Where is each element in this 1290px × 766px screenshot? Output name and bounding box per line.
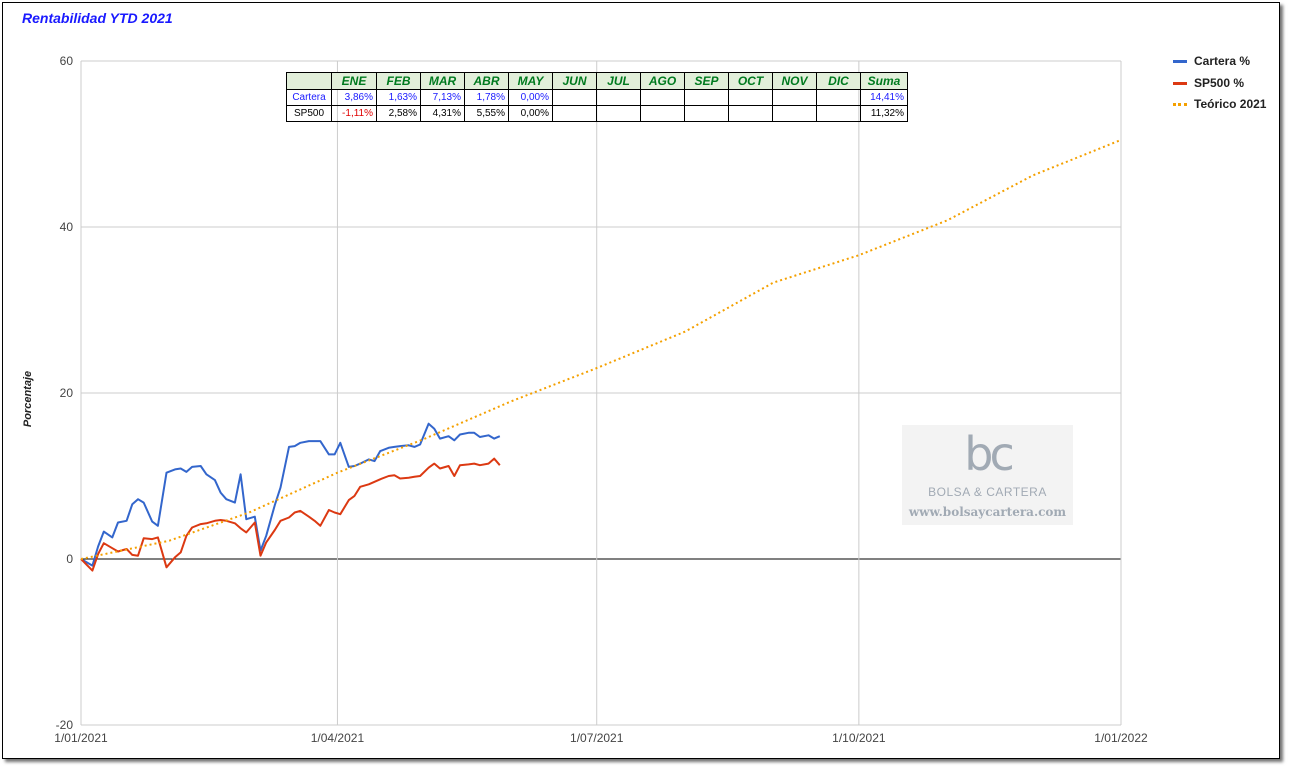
table-header-cell: Suma [860, 72, 908, 90]
y-tick-label: -20 [56, 718, 74, 732]
table-cell [552, 105, 597, 122]
table-cell [684, 105, 729, 122]
table-header-cell: SEP [684, 72, 729, 90]
table-cell [596, 89, 641, 106]
table-cell [596, 105, 641, 122]
table-cell [772, 89, 817, 106]
table-cell [728, 89, 773, 106]
table-header-cell: JUN [552, 72, 597, 90]
table-cell: 14,41% [860, 89, 908, 106]
x-tick-label: 1/01/2021 [54, 731, 108, 745]
legend-swatch-teorico [1173, 102, 1187, 106]
table-header-cell: FEB [376, 72, 421, 90]
x-tick-label: 1/07/2021 [570, 731, 624, 745]
table-row: Cartera 3,86% 1,63% 7,13% 1,78% 0,00% 14,41% [286, 89, 908, 106]
table-header-cell: ABR [464, 72, 509, 90]
series-line-sp500 [80, 457, 501, 572]
table-cell: -1,11% [331, 105, 377, 122]
table-header-cell: OCT [728, 72, 773, 90]
y-tick-label: 40 [60, 220, 74, 234]
table-cell: 11,32% [860, 105, 908, 122]
table-cell [772, 105, 817, 122]
table-header-cell: MAR [420, 72, 465, 90]
table-row-label: Cartera [286, 89, 332, 106]
legend-label-sp500: SP500 % [1194, 76, 1245, 90]
y-tick-label: 60 [60, 54, 74, 68]
legend-item-sp500: SP500 % [1173, 76, 1244, 90]
table-cell [640, 89, 685, 106]
table-header-cell: DIC [816, 72, 861, 90]
watermark: bc BOLSA & CARTERA www.bolsaycartera.com [902, 425, 1073, 525]
table-header-row: ENE FEB MAR ABR MAY JUN JUL AGO SEP OCT … [286, 72, 908, 90]
legend-label-cartera: Cartera % [1194, 54, 1251, 68]
legend-item-cartera: Cartera % [1173, 54, 1250, 68]
x-tick-label: 1/01/2022 [1094, 731, 1148, 745]
table-cell [728, 105, 773, 122]
series-line-cartera [80, 422, 501, 567]
table-header-cell [286, 72, 332, 90]
table-cell: 1,63% [376, 89, 421, 106]
table-cell [640, 105, 685, 122]
table-header-cell: ENE [331, 72, 377, 90]
table-header-cell: AGO [640, 72, 685, 90]
table-header-cell: MAY [508, 72, 553, 90]
x-tick-label: 1/04/2021 [311, 731, 365, 745]
table-row-label: SP500 [286, 105, 332, 122]
table-cell [816, 105, 861, 122]
legend-swatch-sp500 [1173, 81, 1187, 85]
table-body: Cartera 3,86% 1,63% 7,13% 1,78% 0,00% 14,41% SP… [286, 89, 908, 122]
table-cell [552, 89, 597, 106]
table-row: SP500 -1,11% 2,58% 4,31% 5,55% 0,00% 11,32% [286, 105, 908, 122]
watermark-name: BOLSA & CARTERA [928, 485, 1047, 499]
watermark-logo: bc [964, 427, 1015, 481]
table-cell [816, 89, 861, 106]
legend-item-teorico: Teórico 2021 [1173, 97, 1266, 111]
legend-swatch-cartera [1173, 59, 1187, 63]
table-header-cell: JUL [596, 72, 641, 90]
y-tick-label: 0 [66, 552, 73, 566]
table-cell: 1,78% [464, 89, 509, 106]
table-header-cell: NOV [772, 72, 817, 90]
table-cell: 2,58% [376, 105, 421, 122]
legend-label-teorico: Teórico 2021 [1194, 97, 1267, 111]
x-tick-label: 1/10/2021 [832, 731, 886, 745]
table-cell: 5,55% [464, 105, 509, 122]
returns-table: ENE FEB MAR ABR MAY JUN JUL AGO SEP OCT … [286, 72, 908, 122]
y-tick-label: 20 [60, 386, 74, 400]
table-cell: 7,13% [420, 89, 465, 106]
table-cell: 3,86% [331, 89, 377, 106]
y-axis-label: Porcentaje [22, 370, 34, 428]
table-cell: 4,31% [420, 105, 465, 122]
table-cell [684, 89, 729, 106]
table-cell: 0,00% [508, 89, 553, 106]
table-cell: 0,00% [508, 105, 553, 122]
watermark-url: www.bolsaycartera.com [908, 505, 1067, 519]
